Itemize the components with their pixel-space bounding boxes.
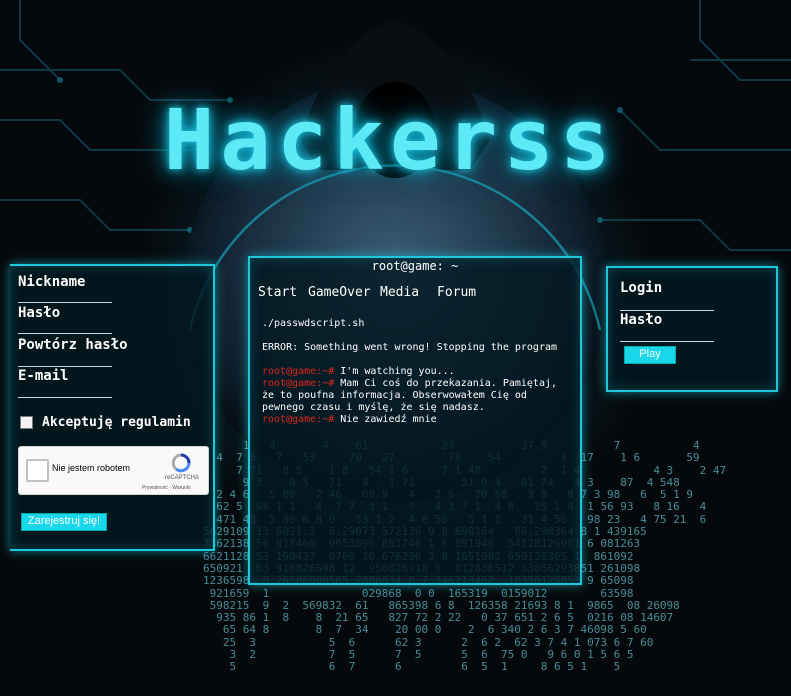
terminal-title: root@game: ~	[371, 259, 459, 273]
repeat-password-label: Powtórz hasło	[18, 337, 128, 353]
terminal-message: Mam Ci coś do przekazania. Pamiętaj,	[340, 378, 558, 389]
login-input[interactable]	[620, 310, 714, 311]
register-button[interactable]: Zarejestruj się!	[21, 513, 107, 531]
terminal-message: że to poufna informacja. Obserwowałem Ci…	[262, 390, 527, 401]
nickname-label: Nickname	[18, 274, 86, 290]
accept-terms-label: Akceptuję regulamin	[42, 415, 191, 430]
password-label: Hasło	[18, 305, 61, 321]
recaptcha-logo-icon	[171, 453, 191, 473]
nav-gameover[interactable]: GameOver	[308, 285, 371, 300]
login-password-label: Hasło	[620, 312, 663, 328]
email-label: E-mail	[18, 368, 69, 384]
terminal-line: root@game:~# I'm watching you...	[262, 366, 455, 377]
login-password-input[interactable]	[620, 341, 714, 342]
recaptcha-checkbox[interactable]	[26, 459, 49, 482]
terminal-prompt: root@game:~#	[262, 366, 335, 377]
terminal-error: ERROR: Something went wrong! Stopping th…	[262, 342, 558, 353]
recaptcha-brand: reCAPTCHA	[165, 475, 200, 481]
site-logo: Hackerss	[163, 91, 617, 189]
recaptcha-widget: Nie jestem robotem reCAPTCHA Prywatność …	[18, 446, 209, 495]
terminal-line: root@game:~# Mam Ci coś do przekazania. …	[262, 378, 557, 389]
terminal-message: I'm watching you...	[340, 366, 455, 377]
recaptcha-links[interactable]: Prywatność - Warunki	[142, 485, 190, 491]
repeat-password-input[interactable]	[18, 366, 112, 367]
terminal-prompt: root@game:~#	[262, 414, 335, 425]
accept-terms-checkbox[interactable]	[20, 416, 33, 429]
nav-forum[interactable]: Forum	[437, 285, 476, 300]
recaptcha-label: Nie jestem robotem	[52, 463, 131, 473]
terminal-prompt: root@game:~#	[262, 378, 335, 389]
terminal-command: ./passwdscript.sh	[262, 318, 365, 329]
nav-start[interactable]: Start	[258, 285, 297, 300]
play-button[interactable]: Play	[624, 346, 676, 364]
terminal-line: root@game:~# Nie zawiedź mnie	[262, 414, 437, 425]
nickname-input[interactable]	[18, 302, 112, 303]
nav-media[interactable]: Media	[380, 285, 419, 300]
password-input[interactable]	[18, 333, 112, 334]
email-input[interactable]	[18, 397, 112, 398]
terminal-message: Nie zawiedź mnie	[340, 414, 437, 425]
login-label: Login	[620, 280, 663, 296]
terminal-message: pewnego czasu i myślę, że się nadasz.	[262, 402, 485, 413]
